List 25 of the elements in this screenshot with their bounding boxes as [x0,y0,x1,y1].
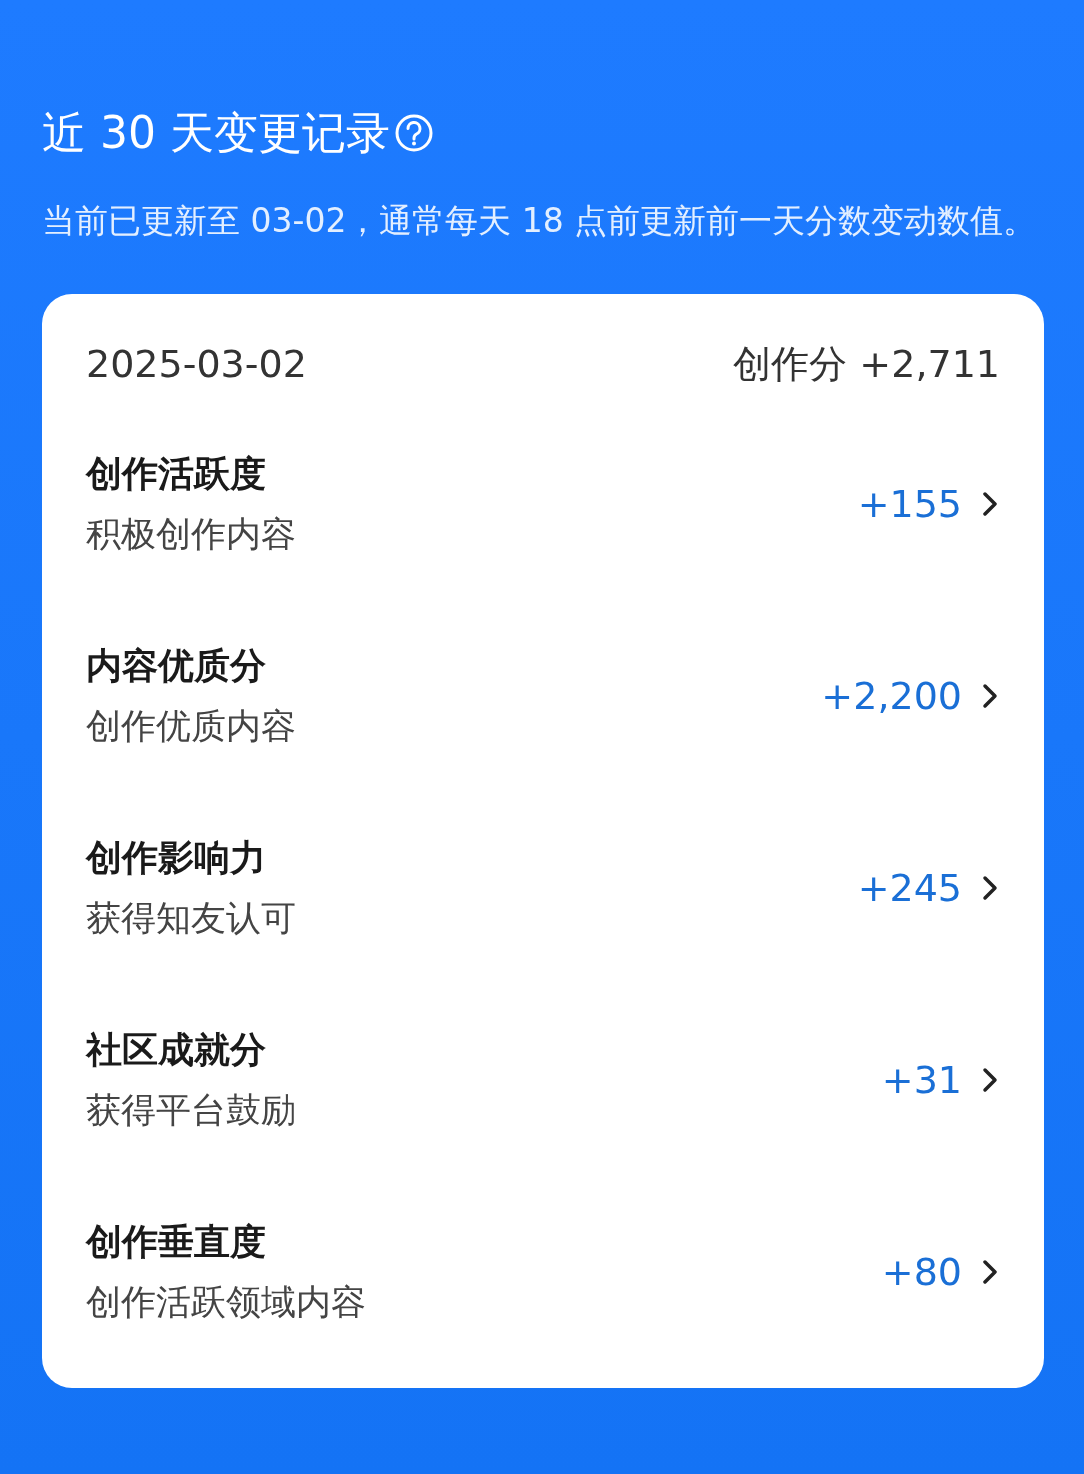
section-title: 近 30 天变更记录 [42,106,390,160]
score-value: +245 [857,866,962,910]
total-score: 创作分 +2,711 [733,341,1000,388]
score-item-subtitle: 创作活跃领域内容 [86,1281,366,1324]
score-item-subtitle: 获得平台鼓励 [86,1089,296,1132]
score-value: +155 [857,482,962,526]
score-value: +31 [881,1058,962,1102]
score-item-title: 创作活跃度 [86,452,266,496]
record-date: 2025-03-02 [86,341,307,388]
help-icon[interactable] [393,113,434,153]
score-item-subtitle: 积极创作内容 [86,513,296,556]
score-value: +80 [881,1250,962,1294]
score-item-title: 内容优质分 [86,644,266,688]
score-value: +2,200 [821,674,962,718]
update-note: 当前已更新至 03-02，通常每天 18 点前更新前一天分数变动数值。 [42,200,1038,242]
chevron-icon[interactable] [980,1065,1000,1095]
score-item-title: 社区成就分 [86,1028,266,1072]
chevron-icon[interactable] [980,489,1000,519]
score-item-subtitle: 获得知友认可 [86,897,296,940]
score-item-title: 创作垂直度 [86,1220,266,1264]
score-item-subtitle: 创作优质内容 [86,705,296,748]
chevron-icon[interactable] [980,1257,1000,1287]
chevron-icon[interactable] [980,873,1000,903]
score-item-title: 创作影响力 [86,836,266,880]
chevron-icon[interactable] [980,681,1000,711]
